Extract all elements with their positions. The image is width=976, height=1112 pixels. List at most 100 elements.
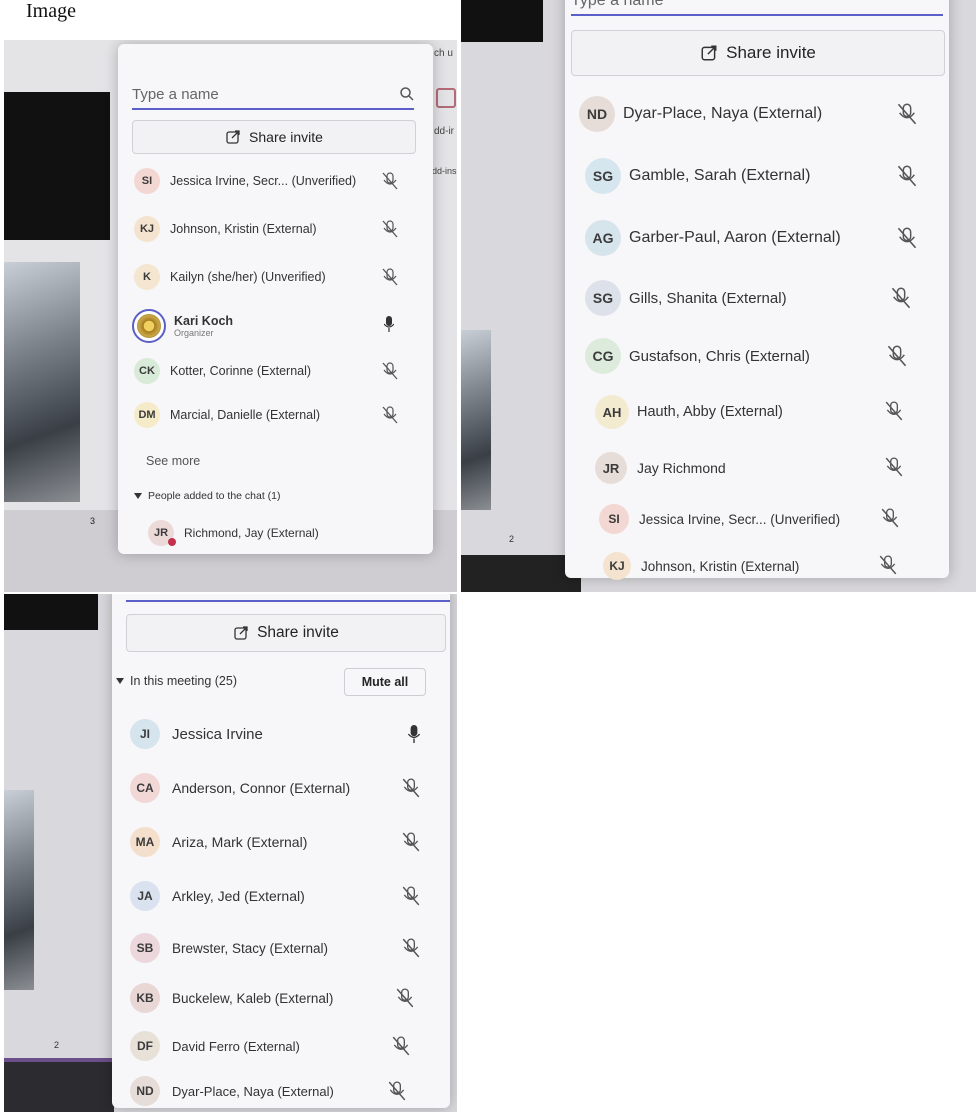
avatar: SG: [585, 280, 621, 316]
participant-name: Gills, Shanita (External): [629, 289, 787, 307]
participant-row[interactable]: KB Buckelew, Kaleb (External): [130, 980, 440, 1016]
search-input[interactable]: Type a name: [132, 80, 414, 110]
mic-muted-icon: [382, 172, 398, 190]
avatar-initials: JR: [153, 527, 169, 539]
participant-name: Jessica Irvine, Secr... (Unverified): [170, 174, 357, 188]
apps-icon[interactable]: [436, 88, 456, 108]
mic-muted-icon: [897, 227, 917, 249]
participant-name: Dyar-Place, Naya (External): [623, 105, 823, 122]
section-header-meeting[interactable]: In this meeting (25): [116, 674, 237, 688]
avatar: ND: [579, 96, 615, 132]
participant-row[interactable]: CG Gustafson, Chris (External): [585, 336, 941, 376]
participant-row[interactable]: DM Marcial, Danielle (External): [134, 400, 424, 430]
avatar: SG: [585, 158, 621, 194]
participant-row[interactable]: MA Ariza, Mark (External): [130, 824, 440, 860]
see-more-link[interactable]: See more: [146, 454, 200, 468]
participant-row[interactable]: CA Anderson, Connor (External): [130, 770, 440, 806]
participant-name: Gustafson, Chris (External): [629, 347, 810, 365]
participant-row[interactable]: SG Gamble, Sarah (External): [585, 156, 941, 196]
share-icon: [226, 130, 240, 144]
avatar: SB: [130, 933, 160, 963]
mic-muted-icon: [881, 508, 899, 528]
mic-on-icon: [408, 725, 420, 743]
screenshot-2: 2 Type a name Share invite ND Dyar-Place…: [461, 0, 976, 592]
mic-muted-icon: [402, 832, 420, 852]
participant-row[interactable]: SI Jessica Irvine, Secr... (Unverified): [134, 166, 424, 196]
mic-muted-icon: [382, 268, 398, 286]
slide-number: 2: [54, 1040, 60, 1050]
avatar: JA: [130, 881, 160, 911]
participant-name: Kailyn (she/her) (Unverified): [170, 270, 326, 284]
mute-all-button[interactable]: Mute all: [344, 668, 426, 696]
section-header-chat[interactable]: People added to the chat (1): [134, 490, 281, 502]
avatar: [132, 309, 166, 343]
participant-role: Organizer: [174, 328, 214, 338]
participant-row[interactable]: JR Richmond, Jay (External): [148, 518, 408, 548]
mic-muted-icon: [402, 886, 420, 906]
search-input[interactable]: Type a name: [571, 0, 943, 16]
participant-row[interactable]: JA Arkley, Jed (External): [130, 878, 440, 914]
participant-name: Marcial, Danielle (External): [170, 408, 321, 422]
participant-row[interactable]: KJ Johnson, Kristin (External): [603, 550, 943, 582]
avatar: AH: [595, 395, 629, 429]
participant-row[interactable]: KJ Johnson, Kristin (External): [134, 214, 424, 244]
participant-row[interactable]: SG Gills, Shanita (External): [585, 278, 941, 318]
search-placeholder: Type a name: [132, 85, 219, 103]
participant-name: Kotter, Corinne (External): [170, 364, 312, 378]
slide-number: 3: [90, 516, 96, 526]
avatar: KJ: [603, 552, 631, 580]
avatar: MA: [130, 827, 160, 857]
participant-row[interactable]: ND Dyar-Place, Naya (External): [579, 94, 939, 134]
search-icon[interactable]: [400, 87, 414, 101]
participants-panel: Share invite In this meeting (25) Mute a…: [112, 594, 450, 1108]
mic-muted-icon: [382, 406, 398, 424]
participant-name: Buckelew, Kaleb (External): [172, 990, 334, 1006]
participant-name: Jessica Irvine: [172, 725, 263, 743]
participant-row[interactable]: AG Garber-Paul, Aaron (External): [585, 218, 941, 258]
participant-name: Anderson, Connor (External): [172, 780, 351, 796]
participant-row[interactable]: K Kailyn (she/her) (Unverified): [134, 262, 424, 292]
avatar: CK: [134, 358, 160, 384]
participant-row[interactable]: ND Dyar-Place, Naya (External): [130, 1074, 440, 1108]
participant-name: Gamble, Sarah (External): [629, 167, 811, 184]
avatar: ND: [130, 1076, 160, 1106]
mic-muted-icon: [897, 103, 917, 125]
share-invite-button[interactable]: Share invite: [126, 614, 446, 652]
share-invite-button[interactable]: Share invite: [571, 30, 945, 76]
participant-row[interactable]: SB Brewster, Stacy (External): [130, 930, 440, 966]
collapse-triangle-icon: [116, 678, 124, 684]
participant-row[interactable]: SI Jessica Irvine, Secr... (Unverified): [599, 502, 945, 536]
mic-muted-icon: [402, 778, 420, 798]
bg-text-2: dd-ir: [434, 126, 455, 137]
share-icon: [234, 626, 248, 640]
avatar: DM: [134, 402, 160, 428]
organizer-photo: [137, 314, 161, 338]
participant-name: Dyar-Place, Naya (External): [172, 1083, 334, 1099]
avatar: AG: [585, 220, 621, 256]
section-label: People added to the chat (1): [148, 490, 281, 502]
bg-text-1: ch u: [434, 48, 453, 59]
participant-row[interactable]: JI Jessica Irvine: [130, 716, 440, 752]
avatar: DF: [130, 1031, 160, 1061]
section-label: In this meeting (25): [130, 674, 237, 688]
screenshot-3: 2 Share invite In this meeting (25) Mute…: [4, 594, 457, 1112]
participant-row[interactable]: DF David Ferro (External): [130, 1028, 440, 1064]
mic-muted-icon: [382, 220, 398, 238]
share-invite-button[interactable]: Share invite: [132, 120, 416, 154]
participant-row[interactable]: CK Kotter, Corinne (External): [134, 356, 424, 386]
participant-name: Kari Koch: [174, 314, 234, 328]
share-invite-label: Share invite: [726, 43, 816, 62]
collapse-triangle-icon: [134, 493, 142, 499]
participant-row[interactable]: JR Jay Richmond: [595, 450, 941, 486]
avatar: SI: [134, 168, 160, 194]
status-dot: [168, 538, 176, 546]
participant-name: Hauth, Abby (External): [637, 404, 783, 420]
figure-caption: Image: [26, 0, 76, 22]
mic-muted-icon: [885, 457, 903, 477]
participant-row-organizer[interactable]: Kari Koch Organizer: [132, 306, 422, 346]
video-tile-dark: [4, 92, 110, 240]
avatar: KB: [130, 983, 160, 1013]
participant-row[interactable]: AH Hauth, Abby (External): [595, 394, 941, 430]
slide-number: 2: [509, 534, 515, 544]
participants-panel: Type a name Share invite ND Dyar-Place, …: [565, 0, 949, 580]
